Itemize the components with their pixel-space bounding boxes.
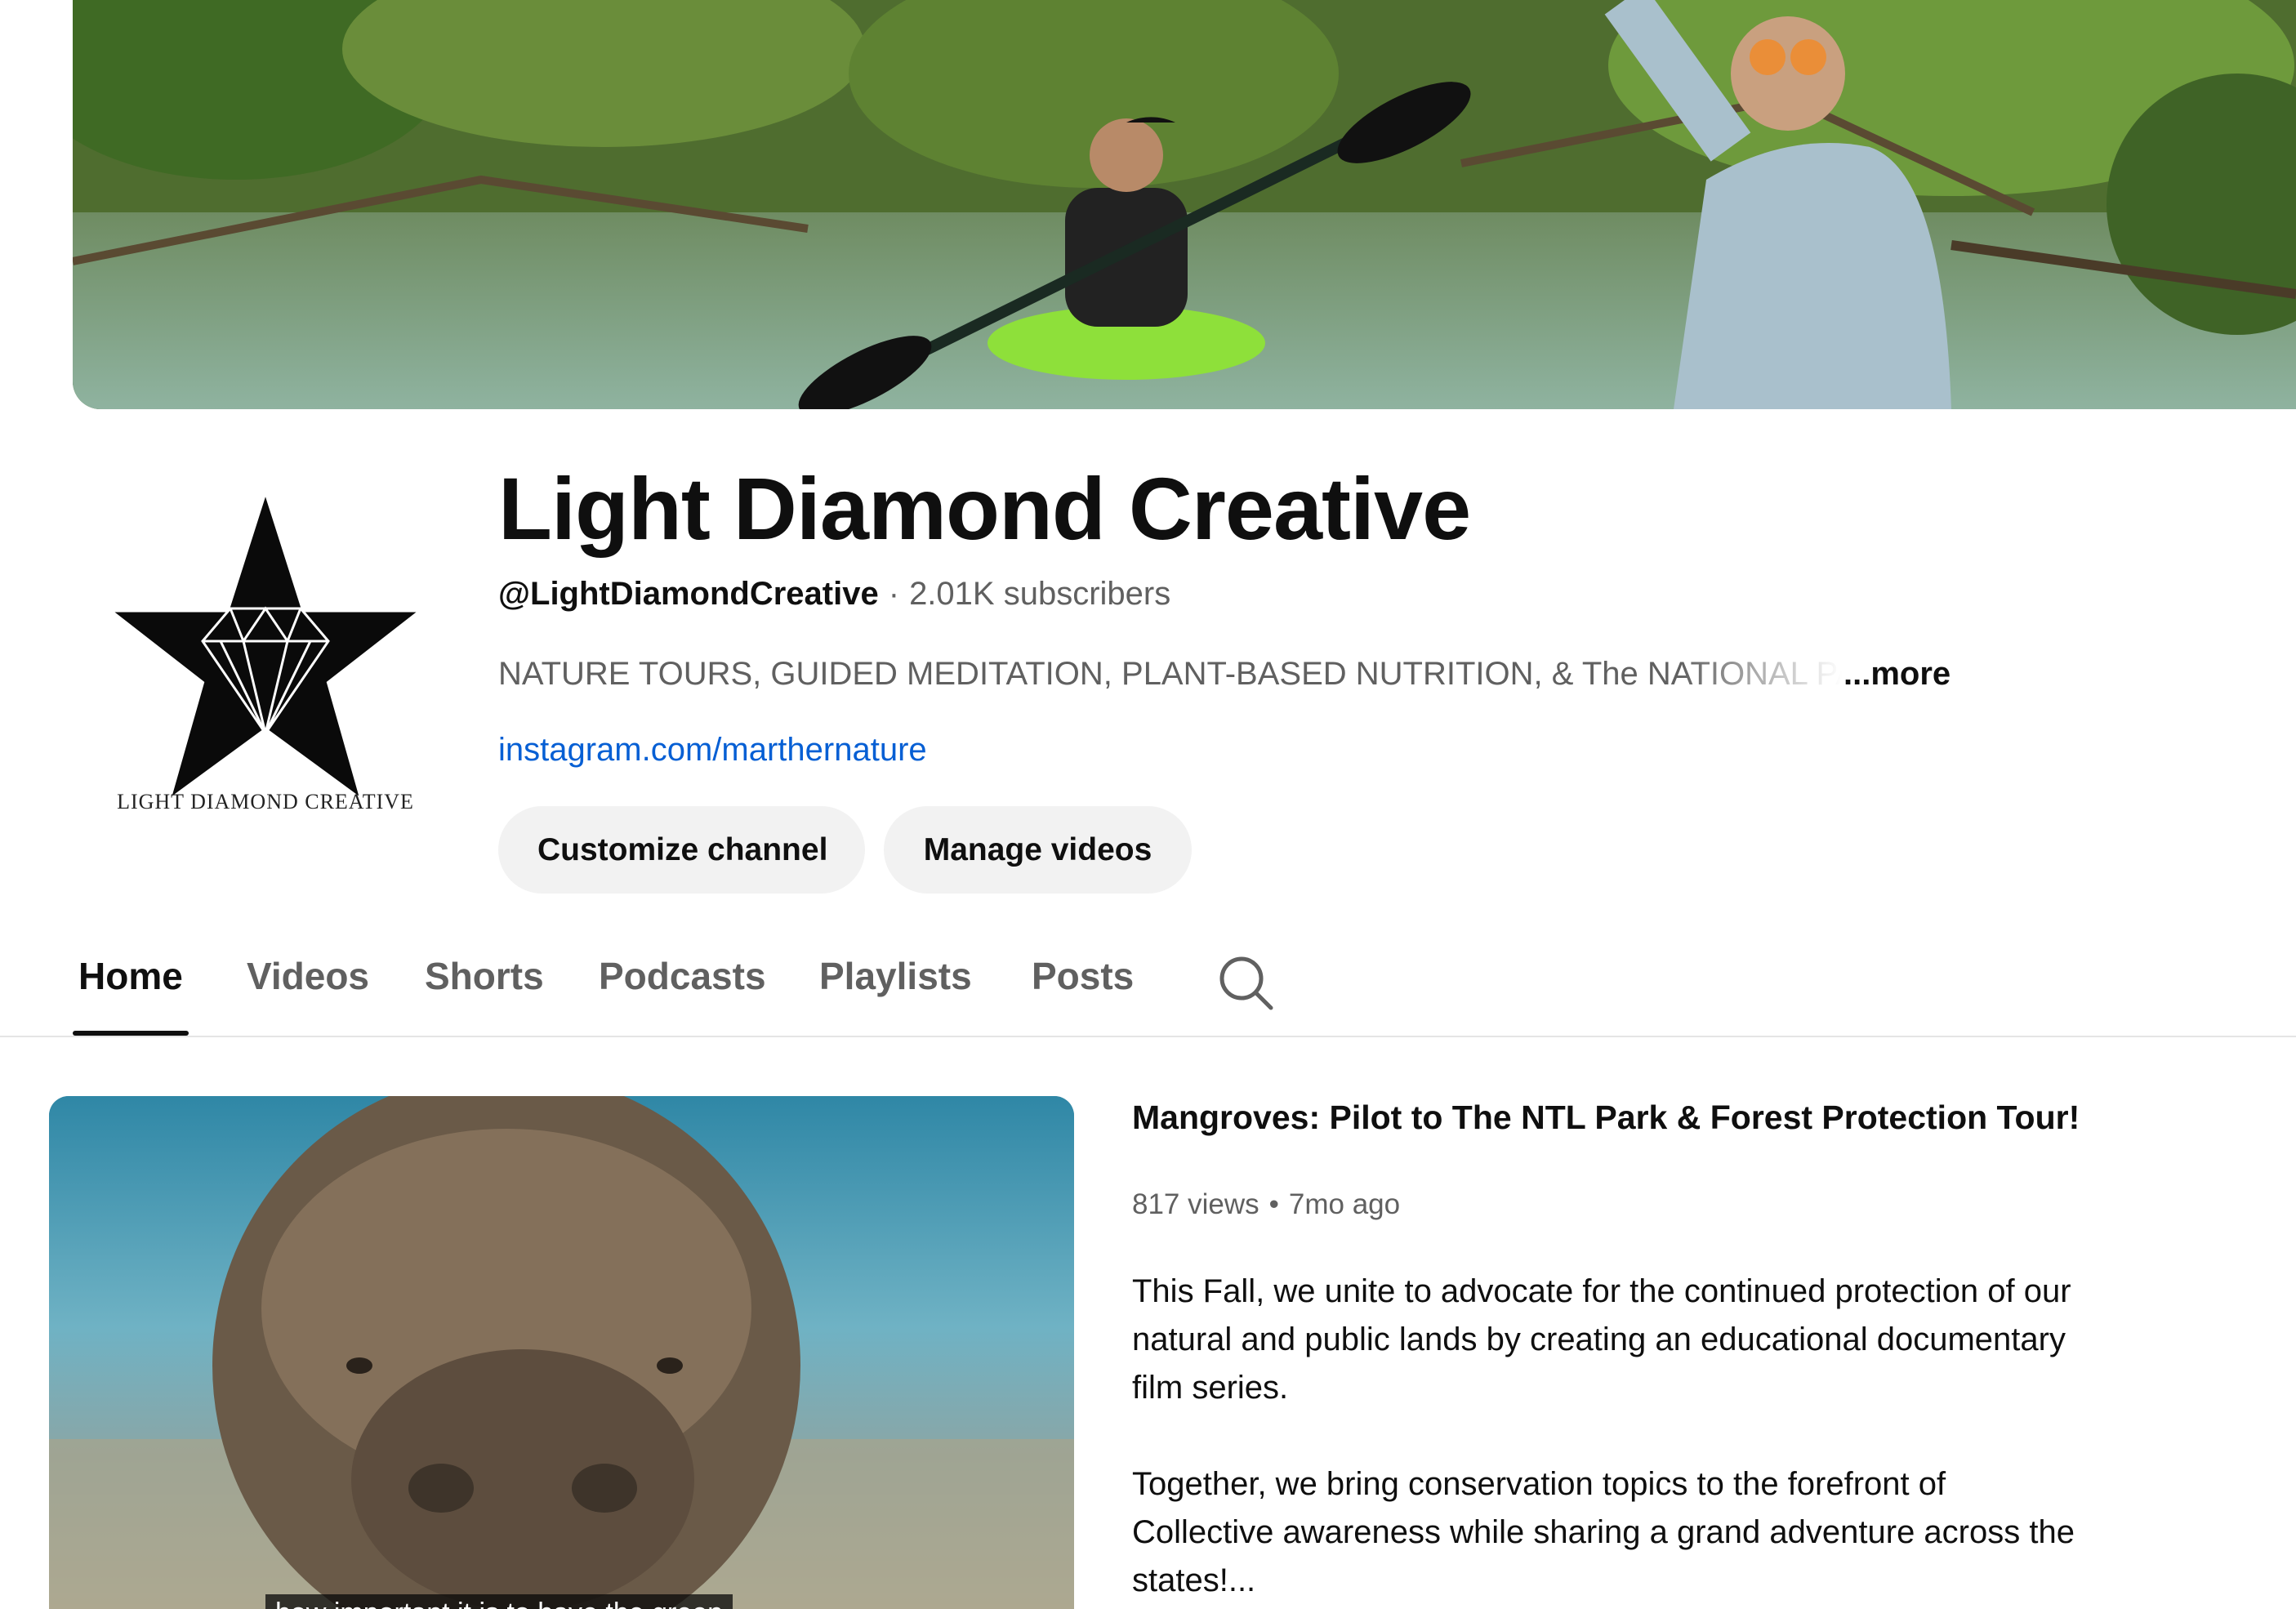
meta-separator: · [888, 576, 900, 612]
featured-video-description[interactable]: This Fall, we unite to advocate for the … [1132, 1268, 2096, 1605]
channel-name: Light Diamond Creative [498, 459, 1471, 558]
channel-handle: @LightDiamondCreative [498, 576, 879, 612]
channel-avatar[interactable]: LIGHT DIAMOND CREATIVE [106, 474, 425, 833]
manatee-thumbnail-image [49, 1096, 1074, 1609]
active-tab-indicator [73, 1031, 189, 1036]
featured-video-title[interactable]: Mangroves: Pilot to The NTL Park & Fores… [1132, 1099, 2080, 1137]
tab-playlists[interactable]: Playlists [819, 954, 972, 998]
featured-video-meta: 817 views • 7mo ago [1132, 1188, 1400, 1221]
description-paragraph: Together, we bring conservation topics t… [1132, 1466, 2075, 1598]
meta-dot: • [1268, 1188, 1279, 1220]
manage-videos-button[interactable]: Manage videos [884, 806, 1192, 894]
featured-video-thumbnail[interactable]: how important it is to have the green [49, 1096, 1074, 1609]
channel-banner [73, 0, 2296, 409]
upload-age: 7mo ago [1288, 1188, 1401, 1220]
tab-shorts[interactable]: Shorts [425, 954, 544, 998]
customize-channel-button[interactable]: Customize channel [498, 806, 865, 894]
video-caption-overlay: how important it is to have the green [265, 1594, 733, 1609]
channel-description[interactable]: NATURE TOURS, GUIDED MEDITATION, PLANT-B… [498, 656, 1950, 693]
search-icon[interactable] [1217, 954, 1276, 1013]
channel-external-link[interactable]: instagram.com/marthernature [498, 732, 927, 769]
description-text: NATURE TOURS, GUIDED MEDITATION, PLANT-B… [498, 656, 1842, 692]
tab-videos[interactable]: Videos [247, 954, 369, 998]
subscriber-count: 2.01K subscribers [909, 576, 1171, 612]
channel-meta: @LightDiamondCreative · 2.01K subscribers [498, 576, 1170, 613]
description-paragraph: This Fall, we unite to advocate for the … [1132, 1273, 2071, 1406]
tab-home[interactable]: Home [78, 954, 183, 998]
tab-podcasts[interactable]: Podcasts [599, 954, 766, 998]
avatar-caption: LIGHT DIAMOND CREATIVE [117, 790, 414, 813]
tab-posts[interactable]: Posts [1032, 954, 1134, 998]
more-link[interactable]: ...more [1843, 656, 1950, 693]
view-count: 817 views [1132, 1188, 1259, 1220]
channel-tabs: Home Videos Shorts Podcasts Playlists Po… [0, 931, 2296, 1037]
banner-image [73, 0, 2296, 409]
star-diamond-logo-icon [114, 497, 417, 796]
